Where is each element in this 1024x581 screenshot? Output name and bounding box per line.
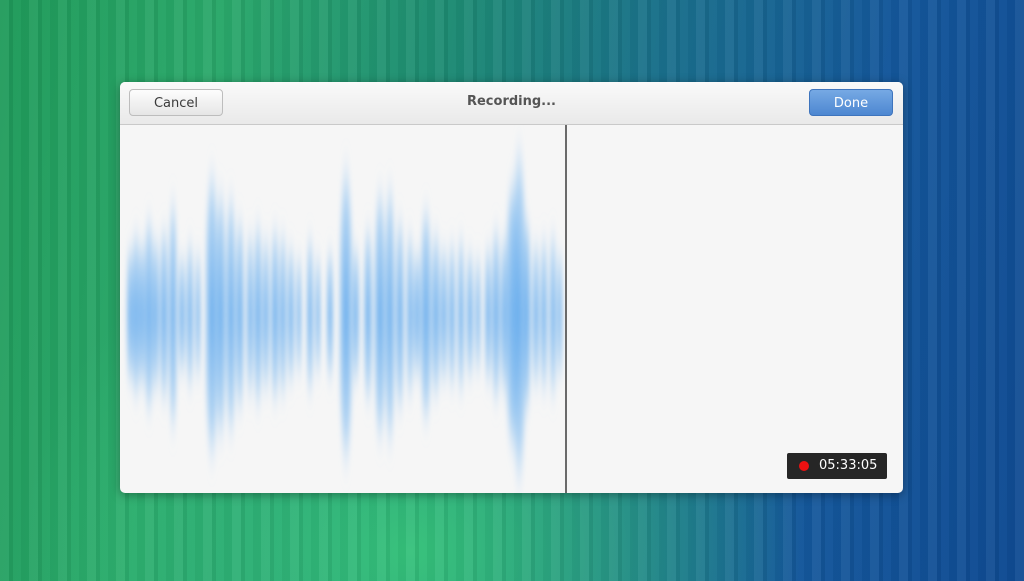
waveform-bar <box>466 240 474 390</box>
waveform-bar <box>195 240 201 390</box>
record-dot-icon <box>799 461 809 471</box>
waveform-bar <box>448 230 456 400</box>
dialog-title: Recording... <box>466 94 556 109</box>
waveform-bar <box>484 235 492 395</box>
waveform-bar <box>475 245 481 385</box>
waveform-bar <box>168 185 178 445</box>
waveform-bar <box>540 225 548 405</box>
waveform-bar <box>279 220 287 410</box>
waveform-bar <box>522 205 532 425</box>
waveform-bar <box>296 245 302 385</box>
waveform-bar <box>186 230 194 400</box>
cancel-button[interactable]: Cancel <box>129 89 223 116</box>
waveform-bar <box>152 225 160 405</box>
waveform-bar <box>557 240 563 390</box>
waveform-bar <box>338 150 354 480</box>
waveform-bar <box>315 245 321 385</box>
done-button[interactable]: Done <box>809 89 893 116</box>
waveform-bar <box>235 205 245 425</box>
waveform-bar <box>491 215 501 415</box>
waveform-bar <box>431 220 441 410</box>
recording-dialog: Cancel Recording... Done 05:33:05 <box>120 82 903 493</box>
waveform-bar <box>253 210 263 420</box>
dialog-header: Cancel Recording... Done <box>120 82 903 125</box>
dialog-title-bar: Recording... <box>120 82 903 124</box>
waveform-bar <box>395 205 405 425</box>
waveform-bar <box>406 220 414 410</box>
timer-text: 05:33:05 <box>819 458 878 473</box>
waveform-bar <box>363 215 373 415</box>
waveform-bar <box>352 235 360 395</box>
waveform-bar <box>549 220 557 410</box>
waveform-bar <box>440 235 448 395</box>
waveform-bar <box>532 230 540 400</box>
waveform-bar <box>178 245 186 385</box>
waveform-bar <box>306 225 314 405</box>
waveform-bar <box>457 225 465 405</box>
waveform-bar <box>270 215 280 415</box>
waveform-bar <box>384 170 396 460</box>
playhead-line[interactable] <box>565 125 567 493</box>
recording-timer: 05:33:05 <box>787 453 887 479</box>
waveform-bar <box>419 195 433 435</box>
waveform-bar <box>326 240 334 390</box>
waveform-bar <box>262 225 270 405</box>
waveform-bar <box>246 220 254 410</box>
waveform-bar <box>159 215 169 415</box>
waveform-bar <box>287 235 295 395</box>
audio-waveform <box>126 130 563 493</box>
